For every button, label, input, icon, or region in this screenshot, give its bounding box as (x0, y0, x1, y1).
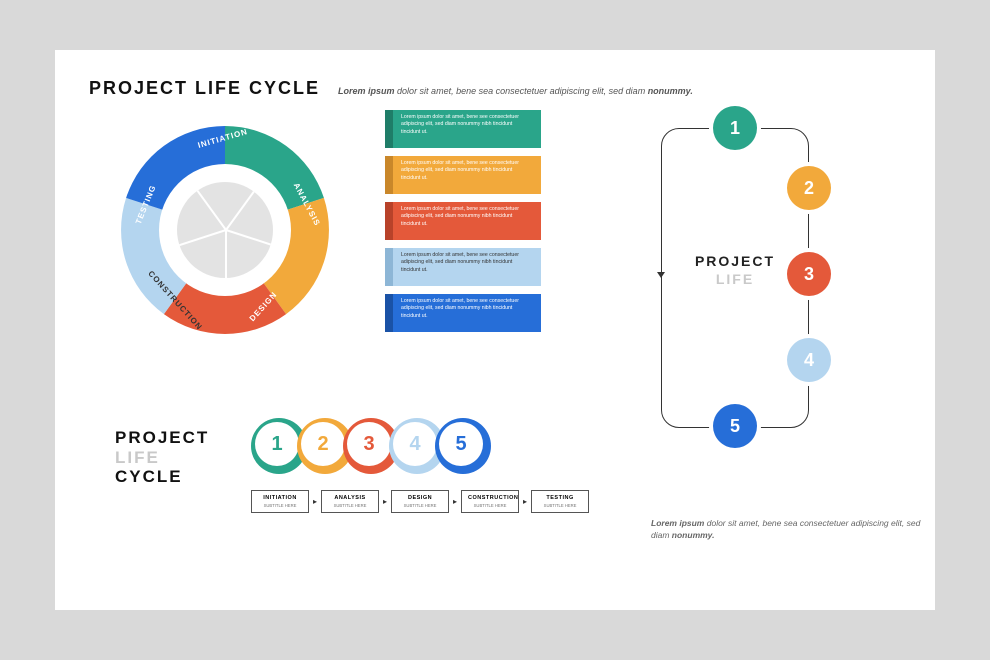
arrowhead-left-icon (657, 272, 665, 278)
arrow-sep-icon: ▸ (523, 497, 527, 506)
flow-footer: Lorem ipsum dolor sit amet, bene sea con… (651, 517, 921, 543)
step-box-5: TESTINGSUBTITLE HERE (531, 490, 589, 513)
arrow-sep-icon: ▸ (383, 497, 387, 506)
info-box-5: Lorem ipsum dolor sit amet, bene see con… (385, 294, 541, 332)
flow-node-1: 1 (713, 106, 757, 150)
info-box-3: Lorem ipsum dolor sit amet, bene see con… (385, 202, 541, 240)
dots-row: 1 2 3 4 5 (251, 418, 491, 474)
info-box-2: Lorem ipsum dolor sit amet, bene see con… (385, 156, 541, 194)
flow-title: PROJECT LIFE (669, 252, 801, 288)
main-subtitle: Lorem ipsum dolor sit amet, bene sea con… (338, 86, 693, 96)
wheel-hub (177, 182, 273, 278)
info-box-4: Lorem ipsum dolor sit amet, bene see con… (385, 248, 541, 286)
flow-node-2: 2 (787, 166, 831, 210)
infographic-canvas: PROJECT LIFE CYCLE Lorem ipsum dolor sit… (55, 50, 935, 610)
flow-node-3: 3 (787, 252, 831, 296)
secondary-title: PROJECT LIFE CYCLE (115, 428, 209, 487)
step-box-3: DESIGNSUBTITLE HERE (391, 490, 449, 513)
arrow-sep-icon: ▸ (453, 497, 457, 506)
step-box-4: CONSTRUCTIONSUBTITLE HERE (461, 490, 519, 513)
flow-node-4: 4 (787, 338, 831, 382)
flow-node-5: 5 (713, 404, 757, 448)
dot-5: 5 (435, 418, 491, 474)
step-box-1: INITIATIONSUBTITLE HERE (251, 490, 309, 513)
step-box-2: ANALYSISSUBTITLE HERE (321, 490, 379, 513)
main-title: PROJECT LIFE CYCLE (89, 78, 320, 99)
flow-diagram: PROJECT LIFE 1 2 3 4 5 Lorem ipsum dolor… (615, 102, 895, 452)
info-boxes: Lorem ipsum dolor sit amet, bene see con… (385, 110, 541, 332)
arrow-sep-icon: ▸ (313, 497, 317, 506)
step-boxes: INITIATIONSUBTITLE HERE ▸ ANALYSISSUBTIT… (251, 490, 589, 513)
info-box-1: Lorem ipsum dolor sit amet, bene see con… (385, 110, 541, 148)
header: PROJECT LIFE CYCLE Lorem ipsum dolor sit… (89, 78, 901, 99)
cycle-wheel: INITIATION ANALYSIS DESIGN CONSTRUCTION … (115, 120, 335, 340)
